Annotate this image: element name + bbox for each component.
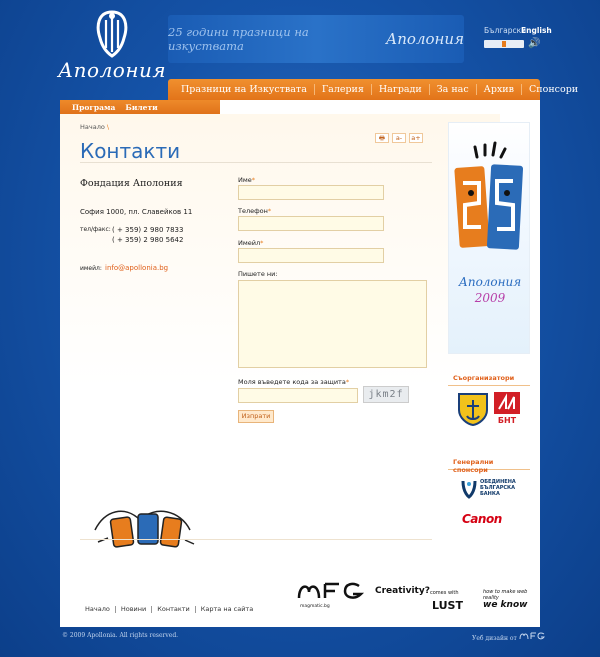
tel-label: тел/факс: bbox=[80, 226, 111, 233]
breadcrumb: Начало \ bbox=[80, 123, 109, 131]
festival-mascot-illustration bbox=[94, 510, 195, 548]
nav-about[interactable]: За нас bbox=[430, 84, 477, 95]
captcha-label: Моля въведете кода за защита* bbox=[238, 378, 349, 386]
submit-button[interactable]: Изпрати bbox=[238, 410, 274, 423]
site-logo[interactable]: Аполония bbox=[58, 10, 166, 90]
burgas-coat-of-arms-icon[interactable] bbox=[457, 392, 489, 426]
banner-apollonia-title: Аполония bbox=[458, 275, 522, 289]
phone-label: Телефон* bbox=[238, 207, 271, 215]
nav-art-festivals[interactable]: Празници на Изкуствата bbox=[174, 84, 315, 95]
name-field[interactable] bbox=[238, 185, 384, 200]
coorganizers-heading: Съорганизатори bbox=[448, 374, 530, 386]
weknow-logo[interactable]: we know bbox=[483, 600, 527, 610]
email-field-label: Имейл* bbox=[238, 239, 263, 247]
nav-awards[interactable]: Награди bbox=[372, 84, 430, 95]
page-tools: 🖶 a- a+ bbox=[375, 133, 423, 143]
content-panel: Програма Билети Начало \ 🖶 a- a+ Контакт… bbox=[60, 100, 540, 627]
phone-field[interactable] bbox=[238, 216, 384, 231]
apollonia-lyre-icon bbox=[96, 10, 128, 58]
nav-sponsors[interactable]: Спонсори bbox=[522, 84, 585, 95]
phone-label-text: Телефон bbox=[238, 207, 268, 215]
phone-2: ( + 359) 2 980 5642 bbox=[112, 236, 184, 244]
footer-links: Начало Новини Контакти Карта на сайта bbox=[80, 606, 258, 613]
banner-year: 2009 bbox=[474, 291, 506, 305]
banner-text: 25 години празници на изкуствата bbox=[168, 25, 309, 53]
bnt-label: БНТ bbox=[498, 416, 517, 425]
festival-2009-banner[interactable]: Аполония 2009 bbox=[448, 122, 530, 354]
sub-nav: Програма Билети bbox=[60, 100, 220, 114]
lang-bulgarian[interactable]: Български bbox=[484, 26, 526, 35]
breadcrumb-separator: \ bbox=[106, 123, 110, 131]
page-title: Контакти bbox=[80, 139, 181, 163]
festival-25-art-icon bbox=[454, 141, 524, 250]
lust-logo[interactable]: LUST bbox=[432, 599, 463, 612]
email-link[interactable]: info@apollonia.bg bbox=[105, 264, 168, 272]
footer-link-sitemap[interactable]: Карта на сайта bbox=[196, 606, 258, 613]
audio-volume-slider[interactable] bbox=[484, 40, 524, 48]
magmatic-logo-icon[interactable] bbox=[295, 580, 367, 602]
required-mark: * bbox=[345, 378, 350, 386]
print-icon[interactable]: 🖶 bbox=[375, 133, 389, 143]
main-nav: Празници на Изкуствата Галерия Награди З… bbox=[168, 79, 578, 100]
subnav-program[interactable]: Програма bbox=[72, 103, 115, 112]
canon-logo[interactable]: Canon bbox=[462, 512, 502, 526]
magmatic-mini-logo-icon bbox=[519, 632, 545, 640]
name-label-text: Име bbox=[238, 176, 252, 184]
lust-comes-with: comes with bbox=[430, 590, 459, 596]
magmatic-caption: magmatic.bg bbox=[300, 604, 330, 609]
required-mark: * bbox=[251, 176, 256, 184]
message-label: Пишете ни: bbox=[238, 270, 278, 278]
nav-gallery[interactable]: Галерия bbox=[315, 84, 372, 95]
title-divider bbox=[80, 162, 432, 163]
font-smaller-button[interactable]: a- bbox=[392, 133, 406, 143]
content-divider bbox=[80, 539, 432, 540]
ubb-bank-icon[interactable] bbox=[461, 479, 477, 499]
copyright: © 2009 Apollonia. All rights reserved. bbox=[62, 632, 179, 639]
required-mark: * bbox=[260, 239, 264, 247]
address: София 1000, пл. Славейков 11 bbox=[80, 208, 193, 216]
email-field[interactable] bbox=[238, 248, 384, 263]
email-label: имейл: bbox=[80, 265, 102, 272]
bnt-logo-icon[interactable]: БНТ bbox=[494, 392, 520, 426]
banner-logo: Аполония bbox=[385, 30, 464, 48]
phone-1: ( + 359) 2 980 7833 bbox=[112, 226, 184, 234]
footer-link-home[interactable]: Начало bbox=[80, 606, 116, 613]
footer-link-contacts[interactable]: Контакти bbox=[152, 606, 196, 613]
subnav-tickets[interactable]: Билети bbox=[125, 103, 157, 112]
captcha-image: jkm2f bbox=[363, 386, 409, 403]
webdesign-text: Уеб дизайн от bbox=[472, 635, 517, 642]
logo-text: Аполония bbox=[58, 58, 167, 82]
nav-archive[interactable]: Архив bbox=[477, 84, 522, 95]
breadcrumb-home[interactable]: Начало bbox=[80, 123, 105, 131]
required-mark: * bbox=[267, 207, 272, 215]
webdesign-credit[interactable]: Уеб дизайн от bbox=[472, 632, 545, 642]
message-textarea[interactable] bbox=[238, 280, 427, 368]
font-larger-button[interactable]: a+ bbox=[409, 133, 423, 143]
general-sponsors-heading: Генерални спонсори bbox=[448, 458, 530, 474]
footer-link-news[interactable]: Новини bbox=[116, 606, 153, 613]
name-label: Име* bbox=[238, 176, 255, 184]
captcha-input[interactable] bbox=[238, 388, 358, 403]
lang-english[interactable]: English bbox=[521, 26, 552, 35]
captcha-label-text: Моля въведете кода за защита bbox=[238, 378, 346, 386]
email-field-label-text: Имейл bbox=[238, 239, 261, 247]
anniversary-banner[interactable]: 25 години празници на изкуствата Аполони… bbox=[168, 15, 464, 63]
ubb-bank-name[interactable]: ОБЕДИНЕНА БЪЛГАРСКА БАНКА bbox=[480, 479, 520, 497]
org-name: Фондация Аполония bbox=[80, 178, 183, 189]
speaker-icon[interactable]: 🔊 bbox=[528, 38, 540, 49]
lust-slogan[interactable]: Creativity? bbox=[375, 586, 430, 596]
